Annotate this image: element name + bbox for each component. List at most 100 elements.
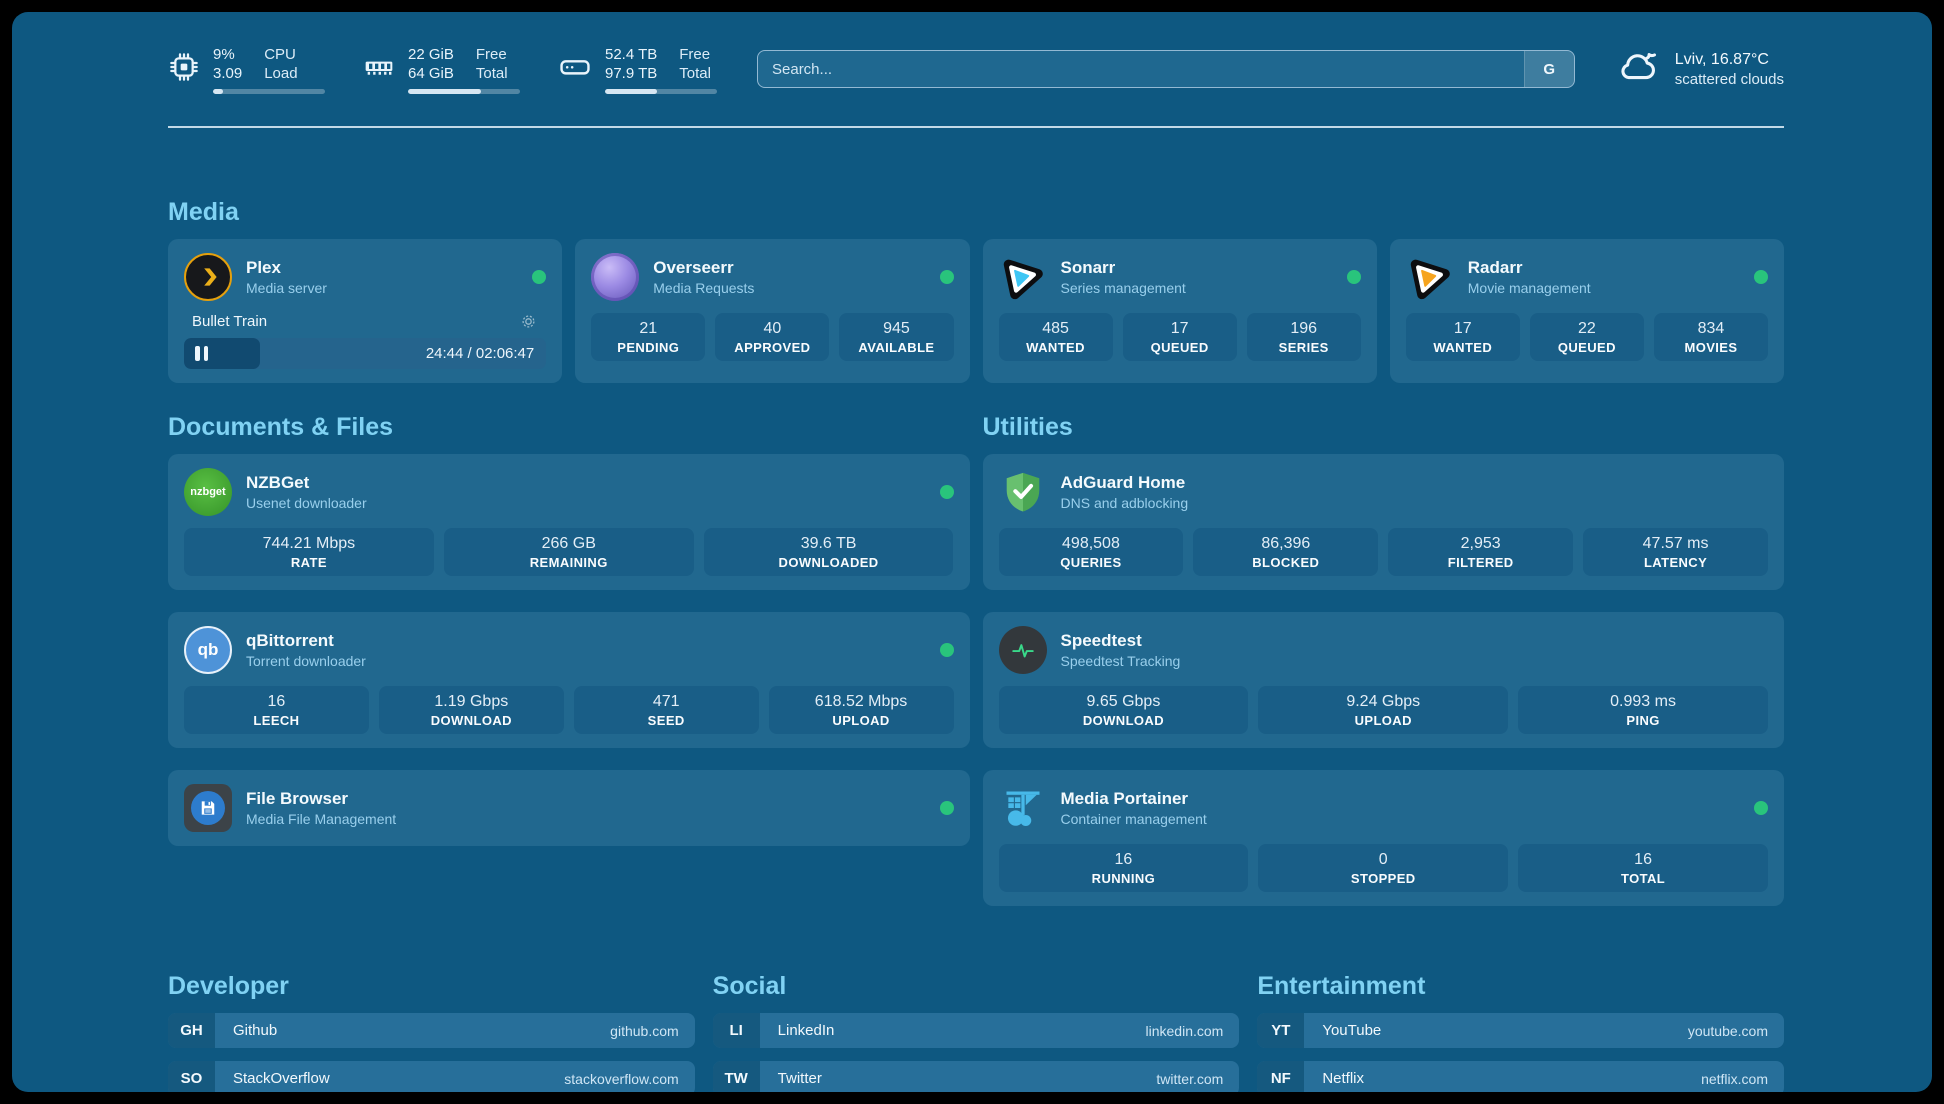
link-linkedin[interactable]: LI LinkedIn linkedin.com — [713, 1013, 1240, 1048]
radarr-name: Radarr — [1468, 257, 1740, 279]
stat-tile-ping: 0.993 ms PING — [1518, 686, 1768, 734]
stat-tile-available: 945 AVAILABLE — [839, 313, 953, 361]
section-media: Media Plex Media server — [168, 198, 1784, 383]
stat-tile-remaining: 266 GB REMAINING — [444, 528, 694, 576]
search-bar: G — [757, 50, 1575, 88]
developer-section-title: Developer — [168, 972, 695, 1001]
plex-desc: Media server — [246, 279, 518, 298]
section-utilities: Utilities — [983, 413, 1785, 906]
disk-icon — [558, 50, 592, 89]
stat-tile-upload: 9.24 Gbps UPLOAD — [1258, 686, 1508, 734]
disk-meter — [605, 89, 717, 94]
sonarr-desc: Series management — [1061, 279, 1333, 298]
link-github[interactable]: GH Github github.com — [168, 1013, 695, 1048]
portainer-status-dot — [1754, 801, 1768, 815]
filebrowser-status-dot — [940, 801, 954, 815]
plex-card[interactable]: Plex Media server Bullet Train — [168, 239, 562, 383]
stat-tile-running: 16 RUNNING — [999, 844, 1249, 892]
stat-tile-approved: 40 APPROVED — [715, 313, 829, 361]
ram-meter — [408, 89, 520, 94]
playback-time: 24:44 / 02:06:47 — [426, 338, 534, 369]
weather-location-temp: Lviv, 16.87°C — [1675, 49, 1784, 70]
stat-tile-latency: 47.57 ms LATENCY — [1583, 528, 1768, 576]
disk-free-value: 52.4 TB — [605, 45, 657, 64]
stat-tile-series: 196 SERIES — [1247, 313, 1361, 361]
overseerr-name: Overseerr — [653, 257, 925, 279]
qbittorrent-name: qBittorrent — [246, 630, 926, 652]
sonarr-status-dot — [1347, 270, 1361, 284]
qbittorrent-desc: Torrent downloader — [246, 652, 926, 671]
link-youtube[interactable]: YT YouTube youtube.com — [1257, 1013, 1784, 1048]
ram-stat: 22 GiB 64 GiB Free Total — [363, 45, 520, 94]
overseerr-card[interactable]: Overseerr Media Requests 21 PENDING 40 A… — [575, 239, 969, 383]
player-settings-icon[interactable] — [519, 312, 538, 331]
nzbget-name: NZBGet — [246, 472, 926, 494]
search-input[interactable] — [758, 51, 1524, 87]
portainer-card[interactable]: Media Portainer Container management 16 … — [983, 770, 1785, 906]
stat-tile-queries: 498,508 QUERIES — [999, 528, 1184, 576]
section-documents: Documents & Files nzbget NZBGet Usenet d… — [168, 413, 970, 846]
utilities-section-title: Utilities — [983, 413, 1785, 442]
header-divider — [168, 126, 1784, 128]
pause-button[interactable] — [195, 346, 208, 361]
nzbget-card[interactable]: nzbget NZBGet Usenet downloader 744.21 M… — [168, 454, 970, 590]
ram-total-value: 64 GiB — [408, 64, 454, 83]
link-netflix[interactable]: NF Netflix netflix.com — [1257, 1061, 1784, 1092]
speedtest-desc: Speedtest Tracking — [1061, 652, 1769, 671]
sonarr-card[interactable]: Sonarr Series management 485 WANTED 17 Q… — [983, 239, 1377, 383]
nzbget-desc: Usenet downloader — [246, 494, 926, 513]
portainer-name: Media Portainer — [1061, 788, 1741, 810]
nzbget-status-dot — [940, 485, 954, 499]
section-social: Social LI LinkedIn linkedin.com TW Twitt… — [713, 972, 1240, 1092]
weather-widget: Lviv, 16.87°C scattered clouds — [1615, 44, 1784, 95]
adguard-icon — [999, 468, 1047, 516]
qbittorrent-card[interactable]: qb qBittorrent Torrent downloader 16 — [168, 612, 970, 748]
section-entertainment: Entertainment YT YouTube youtube.com NF … — [1257, 972, 1784, 1092]
search-engine-button[interactable]: G — [1524, 51, 1574, 87]
adguard-card[interactable]: AdGuard Home DNS and adblocking 498,508 … — [983, 454, 1785, 590]
ram-free-label: Free — [476, 45, 508, 64]
disk-stat: 52.4 TB 97.9 TB Free Total — [558, 45, 717, 94]
cpu-meter — [213, 89, 325, 94]
nzbget-icon: nzbget — [184, 468, 232, 516]
playback-progress-bar[interactable]: 24:44 / 02:06:47 — [184, 338, 546, 369]
stat-tile-leech: 16 LEECH — [184, 686, 369, 734]
filebrowser-card[interactable]: File Browser Media File Management — [168, 770, 970, 846]
documents-section-title: Documents & Files — [168, 413, 970, 442]
filebrowser-name: File Browser — [246, 788, 926, 810]
link-twitter[interactable]: TW Twitter twitter.com — [713, 1061, 1240, 1092]
portainer-icon — [999, 784, 1047, 832]
section-developer: Developer GH Github github.com SO StackO… — [168, 972, 695, 1092]
social-section-title: Social — [713, 972, 1240, 1001]
cpu-stat: 9% 3.09 CPU Load — [168, 45, 325, 94]
speedtest-icon — [999, 626, 1047, 674]
plex-icon — [184, 253, 232, 301]
stat-tile-total: 16 TOTAL — [1518, 844, 1768, 892]
link-stackoverflow[interactable]: SO StackOverflow stackoverflow.com — [168, 1061, 695, 1092]
stat-tile-filtered: 2,953 FILTERED — [1388, 528, 1573, 576]
entertainment-section-title: Entertainment — [1257, 972, 1784, 1001]
cpu-usage-value: 9% — [213, 45, 242, 64]
speedtest-card[interactable]: Speedtest Speedtest Tracking 9.65 Gbps D… — [983, 612, 1785, 748]
cpu-load-value: 3.09 — [213, 64, 242, 83]
sonarr-icon — [999, 253, 1047, 301]
stat-tile-upload: 618.52 Mbps UPLOAD — [769, 686, 954, 734]
radarr-status-dot — [1754, 270, 1768, 284]
stat-tile-movies: 834 MOVIES — [1654, 313, 1768, 361]
dashboard-canvas: 9% 3.09 CPU Load — [12, 12, 1932, 1092]
overseerr-desc: Media Requests — [653, 279, 925, 298]
stat-tile-download: 1.19 Gbps DOWNLOAD — [379, 686, 564, 734]
cpu-icon — [168, 51, 200, 88]
overseerr-icon — [591, 253, 639, 301]
disk-total-label: Total — [679, 64, 711, 83]
adguard-desc: DNS and adblocking — [1061, 494, 1769, 513]
stat-tile-download: 9.65 Gbps DOWNLOAD — [999, 686, 1249, 734]
stat-tile-queued: 17 QUEUED — [1123, 313, 1237, 361]
top-bar: 9% 3.09 CPU Load — [168, 38, 1784, 100]
stat-tile-downloaded: 39.6 TB DOWNLOADED — [704, 528, 954, 576]
qbittorrent-icon: qb — [184, 626, 232, 674]
qbittorrent-status-dot — [940, 643, 954, 657]
ram-total-label: Total — [476, 64, 508, 83]
radarr-card[interactable]: Radarr Movie management 17 WANTED 22 QUE… — [1390, 239, 1784, 383]
stat-tile-pending: 21 PENDING — [591, 313, 705, 361]
